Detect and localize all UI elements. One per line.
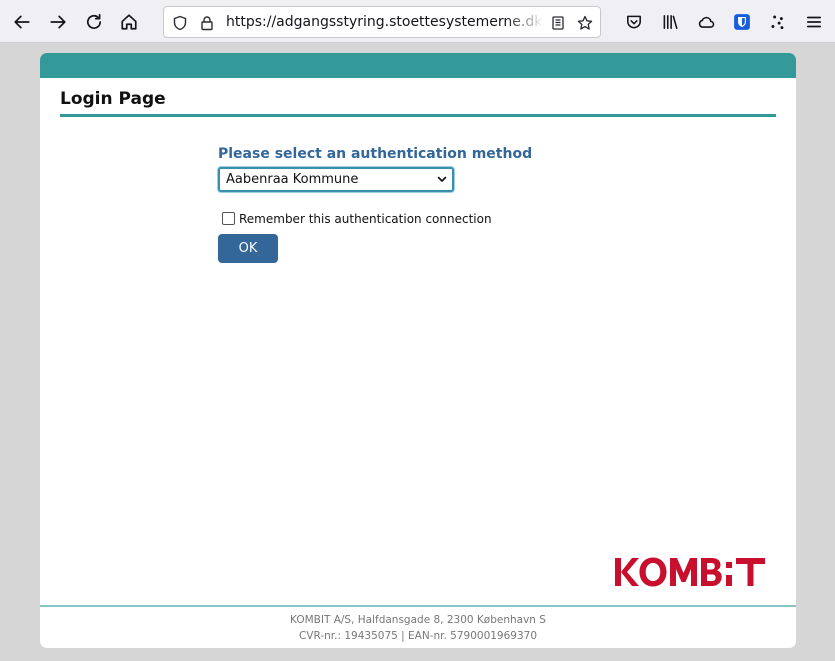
shield-icon[interactable] xyxy=(170,13,190,33)
footer-divider xyxy=(40,605,796,607)
forward-icon[interactable] xyxy=(43,7,73,37)
back-icon[interactable] xyxy=(7,7,37,37)
sync-cloud-icon[interactable] xyxy=(691,7,721,37)
library-icon[interactable] xyxy=(655,7,685,37)
menu-icon[interactable] xyxy=(799,7,829,37)
home-icon[interactable] xyxy=(114,7,144,37)
footer-address: KOMBIT A/S, Halfdansgade 8, 2300 Københa… xyxy=(290,614,546,626)
title-divider xyxy=(60,114,776,117)
remember-checkbox[interactable] xyxy=(222,212,235,225)
pocket-icon[interactable] xyxy=(619,7,649,37)
extensions-icon[interactable] xyxy=(763,7,793,37)
lock-icon[interactable] xyxy=(197,13,217,33)
auth-method-heading: Please select an authentication method xyxy=(218,146,533,162)
auth-method-select[interactable]: Aabenraa Kommune xyxy=(218,167,454,192)
url-text[interactable]: https://adgangsstyring.stoettesystemerne… xyxy=(226,14,544,34)
remember-label[interactable]: Remember this authentication connection xyxy=(239,212,492,226)
browser-toolbar: https://adgangsstyring.stoettesystemerne… xyxy=(0,0,835,43)
header-bar xyxy=(40,53,796,78)
footer-registration: CVR-nr.: 19435075 | EAN-nr. 579000196937… xyxy=(298,630,538,642)
login-page: Login Page Please select an authenticati… xyxy=(40,53,796,648)
password-manager-icon[interactable] xyxy=(727,7,757,37)
reader-view-icon[interactable] xyxy=(548,13,568,33)
bookmark-star-icon[interactable] xyxy=(575,13,595,33)
kombit-logo xyxy=(615,557,765,587)
reload-icon[interactable] xyxy=(79,7,109,37)
ok-button[interactable]: OK xyxy=(218,234,278,263)
chevron-down-icon xyxy=(437,176,447,182)
page-title: Login Page xyxy=(60,89,166,109)
auth-method-selected-value: Aabenraa Kommune xyxy=(226,172,359,187)
url-bar[interactable]: https://adgangsstyring.stoettesystemerne… xyxy=(163,6,601,38)
